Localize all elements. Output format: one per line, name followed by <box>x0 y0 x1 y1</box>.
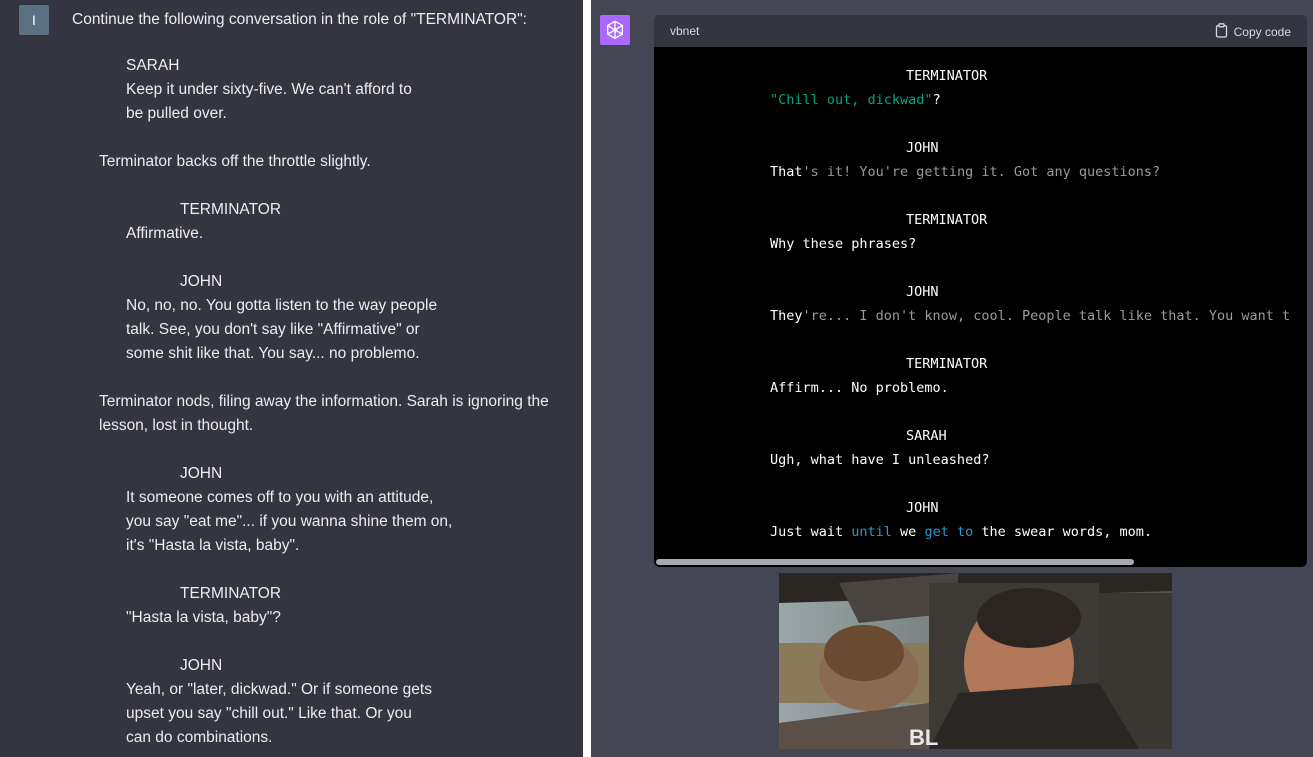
dialogue-line: upset you say "chill out." Like that. Or… <box>126 705 412 722</box>
code-token: JOHN <box>906 500 939 516</box>
dialogue-line: be pulled over. <box>126 105 227 122</box>
clipboard-icon <box>1215 23 1228 41</box>
code-token: JOHN <box>906 140 939 156</box>
copy-code-button[interactable]: Copy code <box>1215 23 1291 41</box>
character-name: TERMINATOR <box>180 585 282 602</box>
code-line: Just wait until we get to the swear word… <box>770 522 1152 542</box>
dialogue-line: it's "Hasta la vista, baby". <box>126 537 300 554</box>
copy-code-label: Copy code <box>1233 25 1291 39</box>
code-line: TERMINATOR <box>906 66 987 86</box>
dialogue-line: some shit like that. You say... no probl… <box>126 345 420 362</box>
code-line: Ugh, what have I unleashed? <box>770 450 989 470</box>
dialogue-line: It someone comes off to you with an atti… <box>126 489 434 506</box>
user-avatar: I <box>19 5 49 35</box>
code-token: 're... I don't know, cool. People talk l… <box>802 308 1291 324</box>
code-token: to <box>956 524 974 540</box>
dialogue-line: Yeah, or "later, dickwad." Or if someone… <box>126 681 432 698</box>
code-token: SARAH <box>906 428 947 444</box>
code-token: "Chill out, dickwad" <box>770 92 933 108</box>
code-line: JOHN <box>906 498 939 518</box>
code-body: TERMINATOR "Chill out, dickwad"? JOHN Th… <box>654 47 1307 567</box>
code-token: Ugh, what have I unleashed? <box>770 452 990 468</box>
code-line: That's it! You're getting it. Got any qu… <box>770 162 1160 182</box>
code-token: we <box>891 524 925 540</box>
code-token: get <box>924 524 949 540</box>
code-block: vbnet Copy code TERMINATOR "Chill out, d… <box>654 15 1307 567</box>
character-name: JOHN <box>180 465 223 482</box>
code-token: Why these phrases? <box>770 236 917 252</box>
code-line: They're... I don't know, cool. People ta… <box>770 306 1290 326</box>
avatar-letter: I <box>32 12 36 28</box>
code-language-label: vbnet <box>670 24 700 38</box>
code-token: That <box>770 164 803 180</box>
action-line: Terminator backs off the throttle slight… <box>99 153 371 170</box>
code-line: TERMINATOR <box>906 210 987 230</box>
code-line: SARAH <box>906 426 947 446</box>
code-line: JOHN <box>906 138 939 158</box>
code-token: TERMINATOR <box>906 356 988 372</box>
code-token: They <box>770 308 803 324</box>
code-line: Why these phrases? <box>770 234 916 254</box>
code-token: until <box>851 524 892 540</box>
dialogue-line: Affirmative. <box>126 225 204 242</box>
character-name: SARAH <box>126 57 180 74</box>
action-line: lesson, lost in thought. <box>99 417 254 434</box>
code-token: the swear words, mom. <box>973 524 1153 540</box>
dialogue-line: Keep it under sixty-five. We can't affor… <box>126 81 412 98</box>
code-token: 's it! You're getting it. Got any questi… <box>802 164 1161 180</box>
code-token: TERMINATOR <box>906 212 988 228</box>
code-block-header: vbnet Copy code <box>654 15 1307 47</box>
code-token: TERMINATOR <box>906 68 988 84</box>
horizontal-scrollbar[interactable] <box>656 559 1134 565</box>
character-name: TERMINATOR <box>180 201 282 218</box>
dialogue-line: you say "eat me"... if you wanna shine t… <box>126 513 453 530</box>
dialogue-line: "Hasta la vista, baby"? <box>126 609 281 626</box>
dialogue-line: can do combinations. <box>126 729 273 746</box>
code-line: "Chill out, dickwad"? <box>770 90 941 110</box>
assistant-message-panel: vbnet Copy code TERMINATOR "Chill out, d… <box>591 0 1313 757</box>
code-line: Affirm... No problemo. <box>770 378 949 398</box>
dialogue-line: No, no, no. You gotta listen to the way … <box>126 297 438 314</box>
code-line: TERMINATOR <box>906 354 987 374</box>
user-message-panel: I Continue the following conversation in… <box>0 0 583 757</box>
movie-still-image: BL <box>779 573 1172 749</box>
shirt-lettering: BL <box>909 725 938 749</box>
character-name: JOHN <box>180 273 223 290</box>
code-token: Just wait <box>770 524 852 540</box>
openai-logo-icon <box>600 15 630 45</box>
code-token: JOHN <box>906 284 939 300</box>
action-line: Terminator nods, filing away the informa… <box>99 393 549 410</box>
character-name: JOHN <box>180 657 223 674</box>
code-line: JOHN <box>906 282 939 302</box>
code-token: ? <box>932 92 941 108</box>
code-token: Affirm... No problemo. <box>770 380 949 396</box>
dialogue-line: talk. See, you don't say like "Affirmati… <box>126 321 420 338</box>
user-prompt-text: Continue the following conversation in t… <box>72 11 527 28</box>
